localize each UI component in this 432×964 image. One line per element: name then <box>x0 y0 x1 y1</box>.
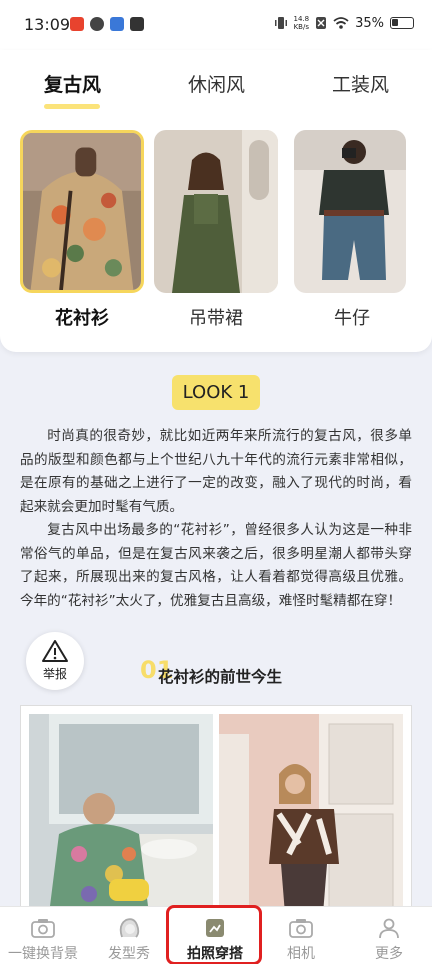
weibo-icon <box>70 17 84 31</box>
user-icon <box>379 918 399 939</box>
photo-mirror-selfie[interactable] <box>29 714 213 914</box>
style-card-floral-shirt[interactable] <box>20 130 144 293</box>
report-label: 举报 <box>42 667 67 681</box>
active-nav-highlight <box>166 905 262 964</box>
article-paragraph: 复古风中出场最多的“花衬衫”，曾经很多人认为这是一种非常俗气的单品，但是在复古风… <box>20 522 412 609</box>
net-speed: 14.8 KB/s <box>294 15 310 31</box>
warning-icon <box>42 640 68 662</box>
status-time: 13:09 <box>24 15 71 34</box>
notification-icons <box>70 17 144 31</box>
wifi-icon <box>333 17 349 29</box>
style-card-slip-dress[interactable] <box>154 130 278 293</box>
tab-retro[interactable]: 复古风 <box>44 70 101 97</box>
tab-workwear[interactable]: 工装风 <box>332 70 389 97</box>
photo-gallery <box>20 705 412 915</box>
nav-more[interactable]: 更多 <box>346 907 432 964</box>
nav-camera[interactable]: 相机 <box>258 907 344 964</box>
nav-label: 相机 <box>287 946 315 962</box>
vibrate-icon <box>274 17 287 29</box>
boat-icon <box>110 17 124 31</box>
tab-underline <box>44 104 100 109</box>
mirror-selfie-image <box>29 714 213 914</box>
nav-label: 更多 <box>375 946 403 962</box>
tab-casual[interactable]: 休闲风 <box>188 70 245 97</box>
style-label-denim: 牛仔 <box>334 308 370 329</box>
net-speed-unit: KB/s <box>293 23 309 31</box>
net-speed-value: 14.8 <box>293 15 310 23</box>
camera-icon <box>31 919 55 938</box>
floral-shirt-image <box>23 133 141 290</box>
report-button[interactable]: 举报 <box>26 632 84 690</box>
door-outfit-image <box>219 714 403 914</box>
article-paragraph: 时尚真的很奇妙，就比如近两年来所流行的复古风，很多单品的版型和颜色都与上个世纪八… <box>20 428 412 515</box>
slip-dress-image <box>154 130 278 293</box>
camera-icon <box>289 919 313 938</box>
nav-label: 发型秀 <box>108 946 150 962</box>
sim-off-icon <box>316 17 327 29</box>
nav-label: 一键换背景 <box>8 946 78 962</box>
photo-door-outfit[interactable] <box>219 714 403 914</box>
nav-change-background[interactable]: 一键换背景 <box>0 907 86 964</box>
section-title: 花衬衫的前世今生 <box>158 668 283 686</box>
battery-percent: 35% <box>355 15 384 31</box>
style-tabs: 复古风 休闲风 工装风 <box>0 70 432 110</box>
battery-icon <box>390 17 414 29</box>
app-icon <box>90 17 104 31</box>
status-right: 14.8 KB/s 35% <box>274 15 414 31</box>
style-selector-card: 复古风 休闲风 工装风 花衬衫 吊带裙 牛仔 <box>0 50 432 352</box>
status-bar: 13:09 14.8 KB/s 35% <box>0 0 432 50</box>
style-label-slip-dress: 吊带裙 <box>189 308 243 329</box>
nav-hairstyle[interactable]: 发型秀 <box>86 907 172 964</box>
article-body: 时尚真的很奇妙，就比如近两年来所流行的复古风，很多单品的版型和颜色都与上个世纪八… <box>20 425 412 613</box>
message-icon <box>130 17 144 31</box>
style-card-denim[interactable] <box>294 130 406 293</box>
hair-icon <box>119 918 140 938</box>
style-label-floral-shirt: 花衬衫 <box>55 308 109 329</box>
look-badge: LOOK 1 <box>172 375 260 410</box>
denim-image <box>294 130 406 293</box>
